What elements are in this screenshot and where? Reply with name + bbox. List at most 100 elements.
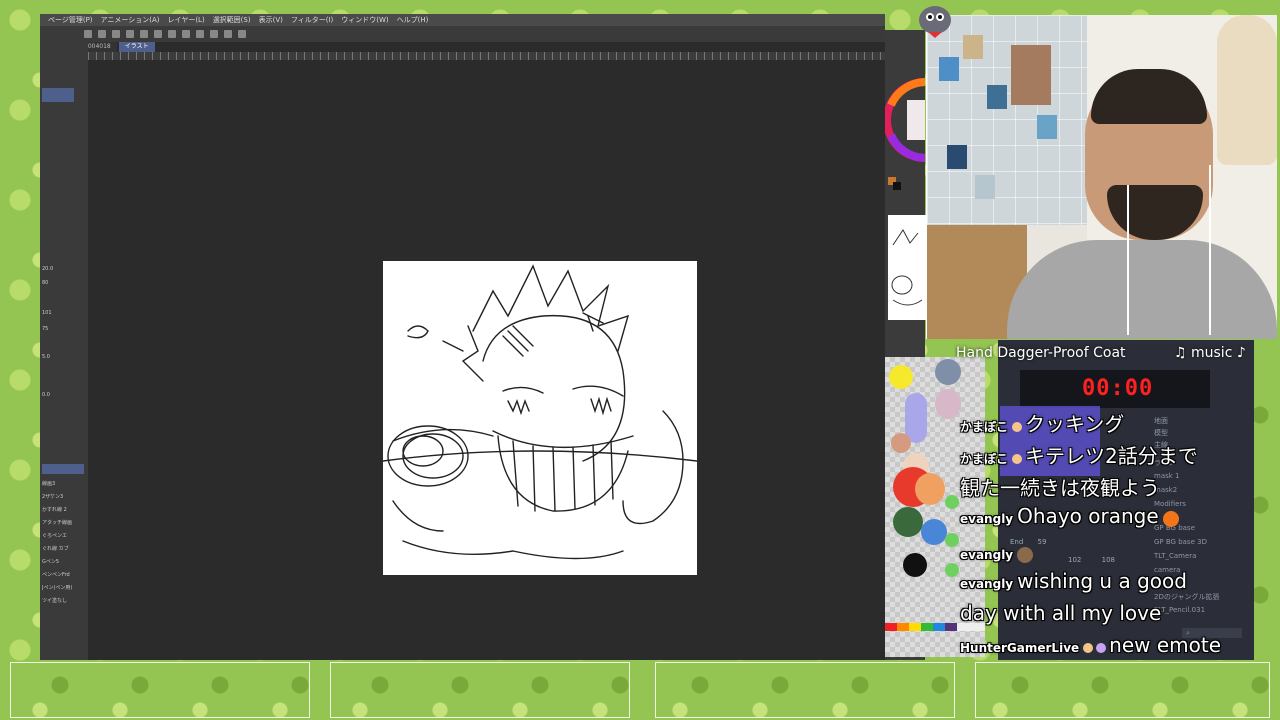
timeline-end-value[interactable]: 59 bbox=[1038, 538, 1047, 546]
open-file-icon[interactable] bbox=[98, 30, 106, 38]
brush-list-item[interactable]: Jペン(ペン用) bbox=[42, 584, 86, 591]
chat-message: HunterGamerLive new emote bbox=[960, 633, 1221, 657]
scene-item[interactable]: mask 1 bbox=[1154, 472, 1254, 484]
command-bar bbox=[40, 26, 885, 42]
chat-username: evangly bbox=[960, 512, 1014, 526]
selection-icon[interactable] bbox=[196, 30, 204, 38]
param-value[interactable]: 0.0 bbox=[42, 392, 86, 399]
chat-message: かまぼこ キテレツ2話分まで bbox=[960, 440, 1198, 469]
param-value[interactable]: 101 bbox=[42, 310, 86, 317]
swatch-green[interactable] bbox=[893, 507, 923, 537]
brush-list-item[interactable]: アタッチ線画 bbox=[42, 519, 86, 526]
menu-filter[interactable]: フィルター(I) bbox=[291, 15, 333, 25]
menu-layer[interactable]: レイヤー(L) bbox=[168, 15, 205, 25]
swatch-lime[interactable] bbox=[945, 495, 959, 509]
menu-help[interactable]: ヘルプ(H) bbox=[397, 15, 429, 25]
color-wheel-icon[interactable] bbox=[885, 70, 925, 170]
bottom-panel bbox=[330, 662, 630, 718]
selected-tool[interactable] bbox=[42, 88, 74, 102]
opacity-value[interactable]: 80 bbox=[42, 280, 86, 287]
scene-item[interactable]: GP BG base 3D bbox=[1154, 538, 1254, 550]
wall-posters bbox=[927, 15, 1087, 225]
chat-username: evangly bbox=[960, 548, 1014, 562]
chat-message: evangly bbox=[960, 540, 1036, 564]
timeline-start[interactable]: 102 bbox=[1068, 556, 1081, 564]
chat-username: evangly bbox=[960, 577, 1014, 591]
swatch-gray-blue[interactable] bbox=[935, 359, 961, 385]
brush-list-item[interactable]: 2ザケン3 bbox=[42, 493, 86, 500]
user-badge-icon bbox=[1096, 642, 1107, 653]
brush-list-item[interactable]: ペンペンFrd bbox=[42, 571, 86, 578]
new-file-icon[interactable] bbox=[84, 30, 92, 38]
transform-icon[interactable] bbox=[154, 30, 162, 38]
earbud-cable bbox=[1127, 185, 1129, 335]
chat-text: キテレツ2話分まで bbox=[1025, 444, 1198, 468]
menu-view[interactable]: 表示(V) bbox=[259, 15, 283, 25]
chat-text: wishing u a good bbox=[1017, 569, 1187, 593]
orange-emote-icon bbox=[1162, 510, 1179, 527]
selected-brush[interactable] bbox=[42, 464, 84, 474]
redo-icon[interactable] bbox=[140, 30, 148, 38]
scene-item[interactable]: mask2 bbox=[1154, 486, 1254, 498]
swatch-black[interactable] bbox=[903, 553, 927, 577]
drawing-canvas[interactable] bbox=[382, 261, 698, 575]
earbud-cable bbox=[1209, 165, 1211, 335]
swatch-salmon[interactable] bbox=[891, 433, 911, 453]
scene-item[interactable]: 模型 bbox=[1154, 428, 1254, 440]
swatch-yellow[interactable] bbox=[889, 365, 913, 389]
menu-animation[interactable]: アニメーション(A) bbox=[101, 15, 160, 25]
brush-list-item[interactable]: かすれ線 2 bbox=[42, 506, 86, 513]
sketch-drawing bbox=[382, 264, 698, 560]
ruler-icon[interactable] bbox=[238, 30, 246, 38]
fill-icon[interactable] bbox=[168, 30, 176, 38]
tool-property-panel: 20.0 80 101 75 5.0 0.0 線画3 2ザケン3 かすれ線 2 … bbox=[40, 42, 88, 660]
chat-message: evangly Ohayo orange bbox=[960, 504, 1179, 528]
brush-list-item[interactable]: 線画3 bbox=[42, 480, 86, 487]
webcam-feed bbox=[926, 15, 1277, 339]
swatch-blue[interactable] bbox=[921, 519, 947, 545]
save-icon[interactable] bbox=[112, 30, 120, 38]
chat-message: evangly wishing u a good bbox=[960, 569, 1187, 593]
chat-text: day with all my love bbox=[960, 601, 1162, 625]
brush-list-item[interactable]: ぐろペンエ bbox=[42, 532, 86, 539]
chat-message: day with all my love bbox=[960, 601, 1161, 625]
swatch-lime[interactable] bbox=[945, 563, 959, 577]
scene-item[interactable]: 2Dのジャングル拡張 bbox=[1154, 592, 1254, 604]
chat-username: HunterGamerLive bbox=[960, 641, 1080, 655]
menu-bar: ページ管理(P) アニメーション(A) レイヤー(L) 選択範囲(S) 表示(V… bbox=[40, 14, 885, 26]
clear-icon[interactable] bbox=[182, 30, 190, 38]
swatch-lime[interactable] bbox=[945, 533, 959, 547]
swatch-orange[interactable] bbox=[915, 473, 945, 505]
chat-username: かまぼこ bbox=[960, 452, 1009, 466]
swatch-pink[interactable] bbox=[935, 389, 961, 419]
param-value[interactable]: 5.0 bbox=[42, 354, 86, 361]
menu-selection[interactable]: 選択範囲(S) bbox=[213, 15, 251, 25]
param-value[interactable]: 75 bbox=[42, 326, 86, 333]
brush-list-item[interactable]: ぐれ線 カブ bbox=[42, 545, 86, 552]
brush-list-item[interactable]: Gペン5 bbox=[42, 558, 86, 565]
timeline-stop[interactable]: 108 bbox=[1102, 556, 1115, 564]
teddy-bear bbox=[1217, 15, 1277, 165]
menu-page[interactable]: ページ管理(P) bbox=[48, 15, 93, 25]
user-badge-icon bbox=[1083, 642, 1094, 653]
chat-text: new emote bbox=[1109, 633, 1222, 657]
crop-icon[interactable] bbox=[210, 30, 218, 38]
horizontal-ruler bbox=[88, 52, 885, 60]
bottom-panel bbox=[975, 662, 1270, 718]
undo-icon[interactable] bbox=[126, 30, 134, 38]
brush-size-value[interactable]: 20.0 bbox=[42, 266, 86, 273]
menu-window[interactable]: ウィンドウ(W) bbox=[341, 15, 388, 25]
scene-item[interactable]: 地面 bbox=[1154, 416, 1254, 428]
chat-text: クッキング bbox=[1025, 412, 1125, 436]
sub-color-swatch[interactable] bbox=[893, 182, 901, 190]
pen-tool-icon[interactable] bbox=[224, 30, 232, 38]
scene-item[interactable]: TLT_Pencil.031 bbox=[1154, 606, 1254, 618]
stream-timer: 00:00 bbox=[1082, 376, 1154, 401]
user-badge-icon bbox=[1012, 453, 1023, 464]
tab-canvas-2[interactable]: イラスト bbox=[118, 42, 155, 52]
person-shirt bbox=[1007, 240, 1277, 339]
scene-item[interactable]: TLT_Camera bbox=[1154, 552, 1254, 564]
brush-list-item[interactable]: ツイ塗なし bbox=[42, 597, 86, 604]
drawing-app-window: ページ管理(P) アニメーション(A) レイヤー(L) 選択範囲(S) 表示(V… bbox=[40, 14, 885, 660]
mascot-sprite bbox=[910, 0, 960, 40]
